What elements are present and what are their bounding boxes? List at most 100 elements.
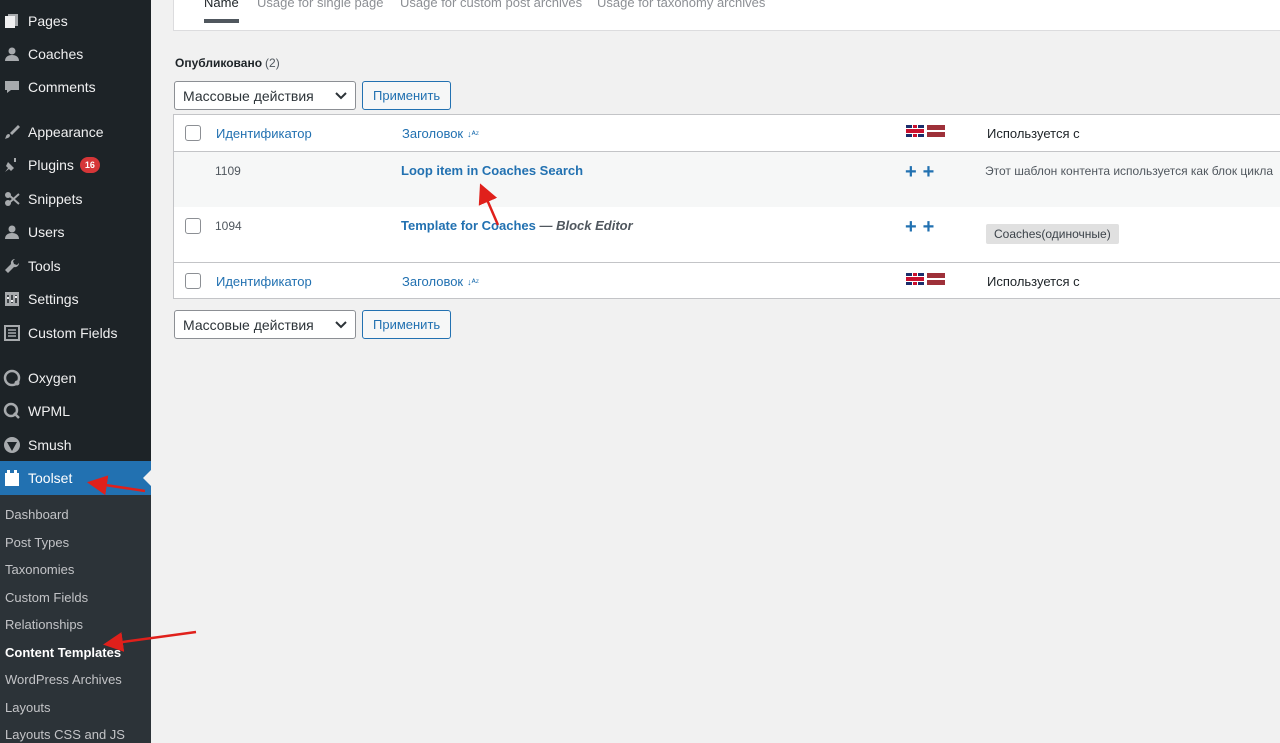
add-translation-icon[interactable]: ++	[905, 162, 940, 182]
annotation-arrows	[87, 183, 500, 652]
menu-label: Pages	[28, 13, 68, 29]
tab-usage-taxonomy-archives[interactable]: Usage for taxonomy archives	[597, 0, 765, 10]
menu-item-settings[interactable]: Settings	[0, 284, 151, 314]
smush-icon	[3, 436, 21, 454]
uk-flag-icon	[906, 125, 924, 137]
submenu-custom-fields[interactable]: Custom Fields	[5, 588, 88, 608]
status-count: (2)	[265, 56, 280, 70]
column-used-header: Используется с	[987, 274, 1080, 289]
settings-icon	[3, 290, 21, 308]
menu-label: Users	[28, 224, 65, 240]
latvia-flag-icon	[927, 273, 945, 285]
users-icon	[3, 223, 21, 241]
pages-icon	[3, 12, 21, 30]
menu-label: Plugins	[28, 157, 74, 173]
bulk-actions-value: Массовые действия	[183, 316, 314, 333]
menu-item-appearance[interactable]: Appearance	[0, 117, 151, 147]
menu-label: Snippets	[28, 191, 83, 207]
menu-item-oxygen[interactable]: Oxygen	[0, 363, 151, 393]
column-used-header: Используется с	[987, 126, 1080, 141]
toolset-icon	[3, 469, 21, 487]
menu-item-snippets[interactable]: Snippets	[0, 184, 151, 214]
submenu-content-templates[interactable]: Content Templates	[5, 643, 121, 663]
tab-usage-single-page[interactable]: Usage for single page	[257, 0, 383, 10]
row-title-suffix: — Block Editor	[539, 218, 633, 233]
menu-item-smush[interactable]: Smush	[0, 430, 151, 460]
wpml-icon	[3, 402, 21, 420]
bulk-actions-select[interactable]: Массовые действия	[174, 310, 356, 339]
bulk-actions-bottom: Массовые действия Применить	[174, 310, 452, 339]
menu-label: Appearance	[28, 124, 104, 140]
menu-item-coaches[interactable]: Coaches	[0, 39, 151, 69]
submenu-layouts[interactable]: Layouts	[5, 698, 51, 718]
menu-item-tools[interactable]: Tools	[0, 251, 151, 281]
latvia-flag-icon	[927, 125, 945, 137]
menu-label: Tools	[28, 258, 61, 274]
submenu-taxonomies[interactable]: Taxonomies	[5, 560, 74, 580]
tab-name[interactable]: Name	[204, 0, 239, 23]
language-flags	[906, 273, 945, 285]
submenu-layouts-css-js[interactable]: Layouts CSS and JS	[5, 725, 125, 743]
menu-label: Oxygen	[28, 370, 77, 386]
tab-usage-custom-post-archives[interactable]: Usage for custom post archives	[400, 0, 582, 10]
submenu-relationships[interactable]: Relationships	[5, 615, 83, 635]
admin-sidebar: Pages Coaches Comments Appearance Plugin…	[0, 0, 151, 743]
column-id-header[interactable]: Идентификатор	[216, 274, 312, 289]
apply-button[interactable]: Применить	[362, 310, 452, 339]
table-footer: Идентификатор Заголовок ↓ᴬᶻ Используется …	[174, 262, 1280, 299]
add-translation-icon[interactable]: ++	[905, 217, 940, 237]
submenu-post-types[interactable]: Post Types	[5, 533, 69, 553]
menu-label: Settings	[28, 291, 79, 307]
bulk-actions-select[interactable]: Массовые действия	[174, 81, 356, 110]
status-filter[interactable]: Опубликовано (2)	[175, 56, 280, 70]
table-row: 1094 Template for Coaches — Block Editor…	[174, 207, 1280, 262]
sort-az-icon: ↓ᴬᶻ	[467, 129, 479, 140]
column-title-label: Заголовок	[402, 274, 464, 289]
wrench-icon	[3, 257, 21, 275]
submenu-wordpress-archives[interactable]: WordPress Archives	[5, 670, 122, 690]
row-id: 1109	[215, 164, 241, 178]
oxygen-icon	[3, 369, 21, 387]
column-id-header[interactable]: Идентификатор	[216, 126, 312, 141]
uk-flag-icon	[906, 273, 924, 285]
menu-item-plugins[interactable]: Plugins 16	[0, 150, 151, 180]
toolset-submenu: Dashboard Post Types Taxonomies Custom F…	[0, 495, 151, 743]
sort-az-icon: ↓ᴬᶻ	[467, 277, 479, 288]
bulk-actions-value: Массовые действия	[183, 87, 314, 104]
menu-item-toolset[interactable]: Toolset	[0, 461, 151, 495]
paintbrush-icon	[3, 123, 21, 141]
select-all-checkbox[interactable]	[185, 125, 201, 141]
update-count-badge: 16	[79, 157, 100, 173]
status-published-label: Опубликовано	[175, 56, 263, 70]
row-checkbox[interactable]	[185, 218, 201, 234]
row-title-link[interactable]: Loop item in Coaches Search	[401, 163, 583, 178]
table-header: Идентификатор Заголовок ↓ᴬᶻ Используется …	[174, 115, 1280, 152]
apply-button[interactable]: Применить	[362, 81, 452, 110]
content-templates-table: Идентификатор Заголовок ↓ᴬᶻ Используется …	[173, 114, 1280, 299]
chevron-down-icon	[335, 91, 347, 99]
usage-tabs: Name Usage for single page Usage for cus…	[173, 0, 1280, 31]
menu-label: Comments	[28, 79, 96, 95]
column-title-header[interactable]: Заголовок ↓ᴬᶻ	[402, 274, 479, 289]
row-title-link[interactable]: Template for Coaches — Block Editor	[401, 218, 633, 233]
row-title-text: Template for Coaches	[401, 218, 536, 233]
row-used-text: Этот шаблон контента используется как бл…	[985, 164, 1274, 178]
usage-tag: Coaches(одиночные)	[986, 224, 1119, 244]
user-icon	[3, 45, 21, 63]
menu-label: Smush	[28, 437, 72, 453]
menu-label: Coaches	[28, 46, 84, 62]
menu-item-comments[interactable]: Comments	[0, 72, 151, 102]
custom-fields-icon	[3, 324, 21, 342]
row-id: 1094	[215, 219, 242, 233]
menu-item-custom-fields[interactable]: Custom Fields	[0, 318, 151, 348]
menu-item-users[interactable]: Users	[0, 217, 151, 247]
language-flags	[906, 125, 945, 137]
snippets-icon	[3, 190, 21, 208]
submenu-dashboard[interactable]: Dashboard	[5, 505, 69, 525]
column-title-header[interactable]: Заголовок ↓ᴬᶻ	[402, 126, 479, 141]
select-all-checkbox[interactable]	[185, 273, 201, 289]
table-row: 1109 Loop item in Coaches Search ++ Этот…	[174, 152, 1280, 207]
menu-item-wpml[interactable]: WPML	[0, 396, 151, 426]
column-title-label: Заголовок	[402, 126, 464, 141]
menu-item-pages[interactable]: Pages	[0, 6, 151, 36]
